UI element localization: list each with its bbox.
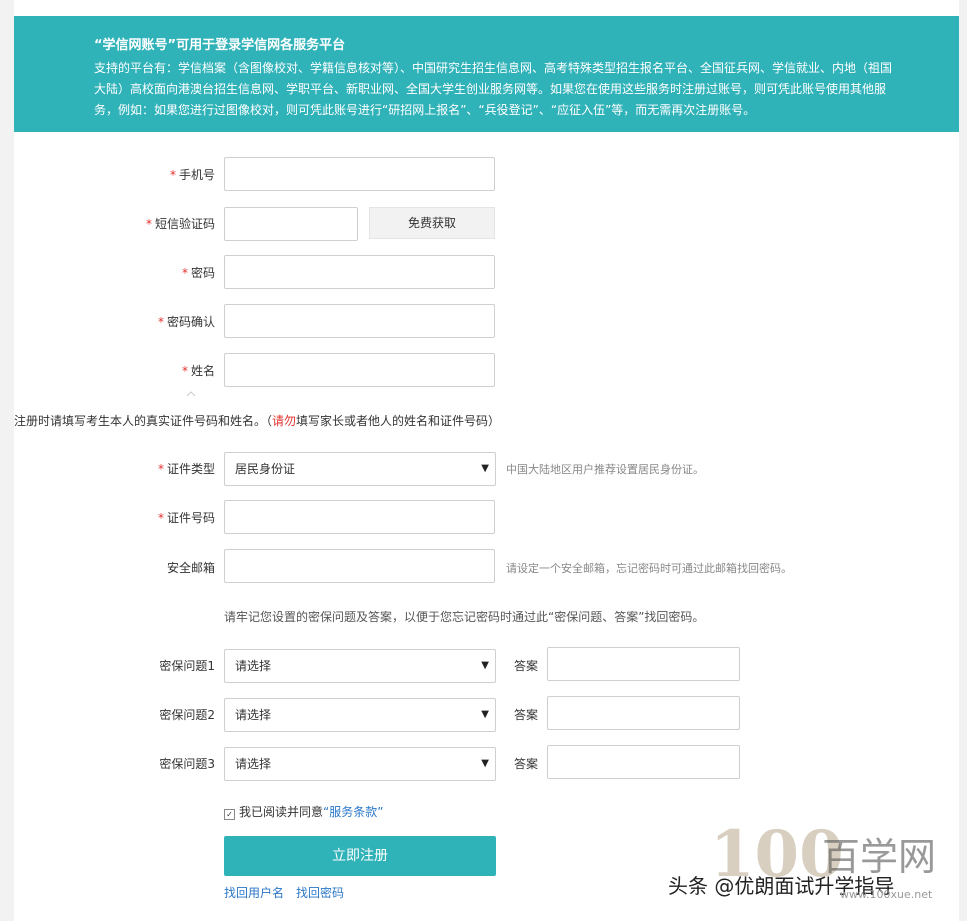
info-banner: “学信网账号”可用于登录学信网各服务平台 支持的平台有：学信档案（含图像校对、学… (14, 16, 959, 132)
tooltip-arrow-icon (186, 391, 196, 397)
name-input[interactable] (224, 353, 495, 387)
security-notice: 请牢记您设置的密保问题及答案，以便于您忘记密码时通过此“密保问题、答案”找回密码… (224, 610, 705, 624)
sms-label: * 短信验证码 (145, 217, 215, 231)
id-number-input[interactable] (224, 500, 495, 534)
find-password-link[interactable]: 找回密码 (296, 886, 344, 900)
terms-link[interactable]: “服务条款” (323, 805, 383, 819)
phone-label: * 手机号 (169, 168, 215, 182)
question-2-label: 密保问题2 (159, 708, 215, 722)
banner-text: 支持的平台有：学信档案（含图像校对、学籍信息核对等）、中国研究生招生信息网、高考… (94, 61, 893, 117)
answer-2-label: 答案 (513, 708, 538, 722)
email-hint: 请设定一个安全邮箱，忘记密码时可通过此邮箱找回密码。 (506, 562, 792, 575)
get-sms-code-button[interactable]: 免费获取 (369, 207, 495, 239)
watermark-url: www.100xue.net (840, 888, 933, 901)
confirm-password-input[interactable] (224, 304, 495, 338)
banner-title: “学信网账号”可用于登录学信网各服务平台 (94, 38, 346, 53)
email-label: 安全邮箱 (166, 561, 215, 575)
password-input[interactable] (224, 255, 495, 289)
id-type-hint: 中国大陆地区用户推荐设置居民身份证。 (506, 463, 704, 476)
answer-3-input[interactable] (547, 745, 740, 779)
answer-1-label: 答案 (513, 659, 538, 673)
question-3-label: 密保问题3 (159, 757, 215, 771)
id-type-label: * 证件类型 (157, 462, 215, 476)
caret-down-icon: ▼ (481, 463, 489, 474)
question-1-label: 密保问题1 (159, 659, 215, 673)
sms-code-input[interactable] (224, 207, 358, 241)
find-username-link[interactable]: 找回用户名 (224, 886, 284, 900)
answer-2-input[interactable] (547, 696, 740, 730)
id-number-label: * 证件号码 (157, 511, 215, 525)
id-notice: 注册时请填写考生本人的真实证件号码和姓名。（请勿填写家长或者他人的姓名和证件号码… (14, 414, 501, 428)
answer-1-input[interactable] (547, 647, 740, 681)
confirm-password-label: * 密码确认 (157, 315, 215, 329)
answer-3-label: 答案 (513, 757, 538, 771)
agree-terms: ✓ 我已阅读并同意“服务条款” (224, 803, 383, 820)
id-type-select[interactable]: 居民身份证 ▼ (224, 452, 496, 486)
phone-input[interactable] (224, 157, 495, 191)
email-input[interactable] (224, 549, 495, 583)
name-label: * 姓名 (181, 364, 215, 378)
checkbox-checked-icon[interactable]: ✓ (224, 809, 235, 820)
register-button[interactable]: 立即注册 (224, 836, 496, 876)
recovery-links: 找回用户名 找回密码 (224, 884, 356, 901)
password-label: * 密码 (181, 266, 215, 280)
